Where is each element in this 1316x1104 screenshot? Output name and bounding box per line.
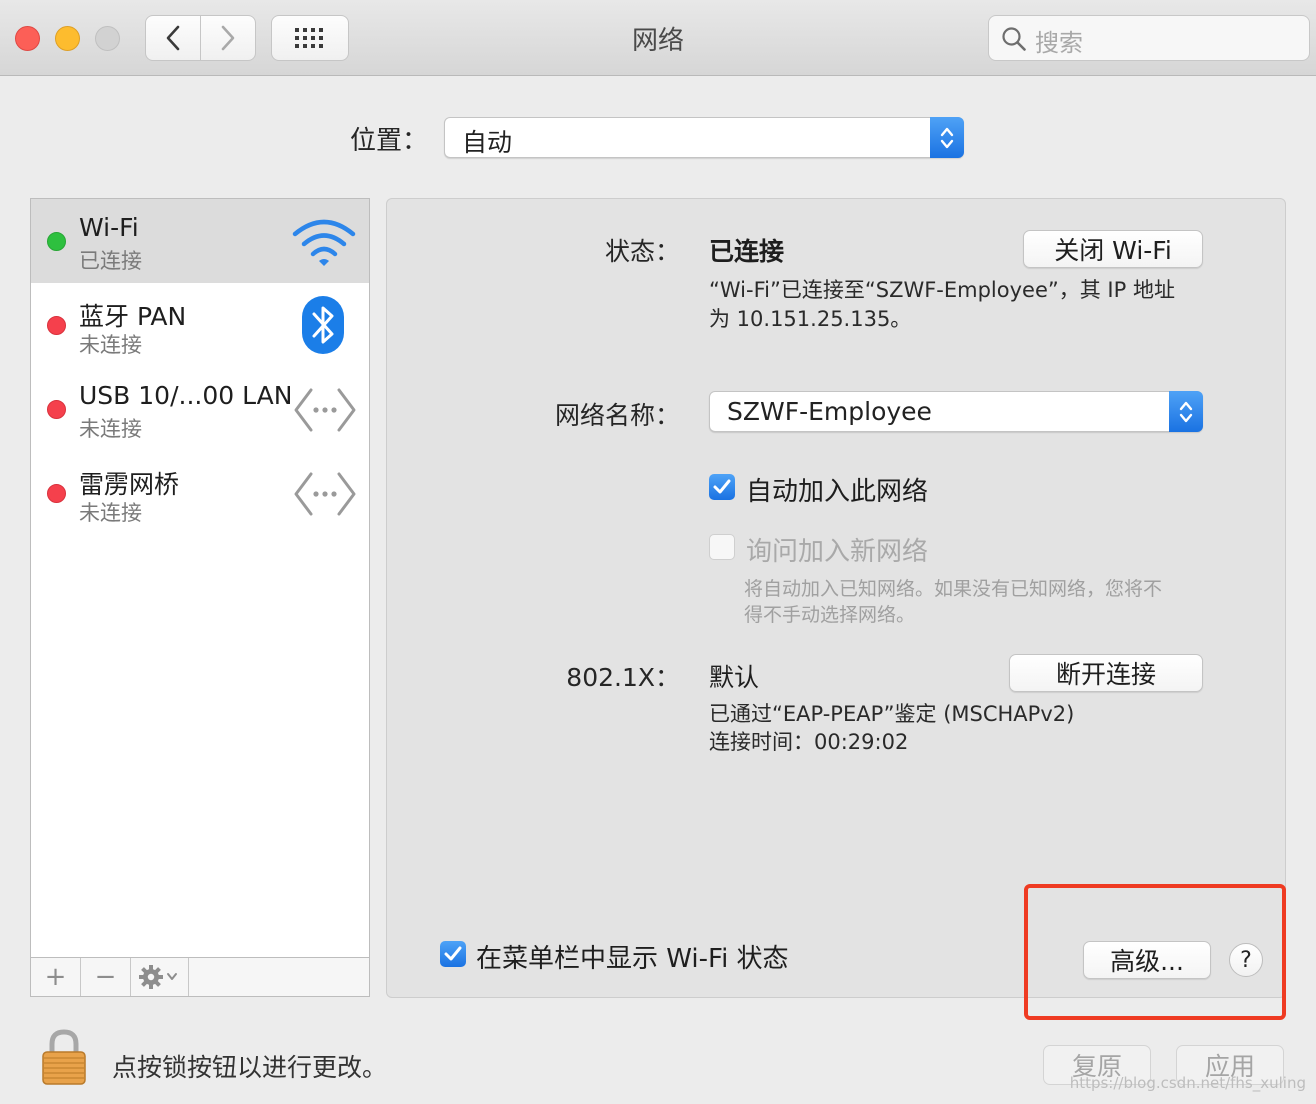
- ethernet-icon: [293, 471, 357, 521]
- dot1x-value: 默认: [709, 663, 760, 692]
- service-status: 未连接: [79, 501, 142, 525]
- service-item-bluetooth-pan[interactable]: 蓝牙 PAN 未连接: [31, 283, 369, 367]
- updown-arrows-icon: [930, 117, 964, 158]
- search-icon: [1002, 27, 1026, 51]
- checkmark-icon: [713, 479, 731, 494]
- ethernet-icon: [293, 387, 357, 437]
- ask-join-hint-line2: 得不手动选择网络。: [744, 604, 916, 626]
- auto-join-label[interactable]: 自动加入此网络: [746, 471, 928, 508]
- bluetooth-icon: [301, 295, 345, 359]
- updown-arrows-icon: [1169, 391, 1203, 432]
- service-list: Wi-Fi 已连接 蓝牙 PAN 未连接 USB 10/...00 LAN 未连…: [30, 198, 370, 958]
- lock-message: 点按锁按钮以进行更改。: [112, 1053, 388, 1082]
- service-status: 已连接: [79, 249, 142, 273]
- service-item-thunderbolt-bridge[interactable]: 雷雳网桥 未连接: [31, 451, 369, 535]
- checkmark-icon: [444, 946, 462, 961]
- status-description-line2: 为 10.151.25.135。: [709, 307, 912, 331]
- service-name: USB 10/...00 LAN: [79, 381, 293, 410]
- show-in-menu-bar-checkbox[interactable]: [440, 941, 466, 967]
- search-field[interactable]: 搜索: [988, 15, 1310, 61]
- dot1x-description-line2: 连接时间：00:29:02: [709, 730, 909, 754]
- gear-icon: [138, 965, 177, 989]
- status-description-line1: “Wi-Fi”已连接至“SZWF-Employee”，其 IP 地址: [709, 278, 1175, 302]
- network-name-value: SZWF-Employee: [727, 397, 932, 426]
- status-value: 已连接: [709, 237, 785, 266]
- ask-join-label[interactable]: 询问加入新网络: [746, 531, 928, 568]
- remove-service-button[interactable]: −: [81, 958, 131, 996]
- network-name-popup[interactable]: SZWF-Employee: [709, 391, 1203, 432]
- turn-off-wifi-button[interactable]: 关闭 Wi-Fi: [1023, 230, 1203, 268]
- show-in-menu-bar-label[interactable]: 在菜单栏中显示 Wi-Fi 状态: [476, 938, 789, 975]
- disconnect-button[interactable]: 断开连接: [1009, 654, 1203, 692]
- service-item-usb-lan[interactable]: USB 10/...00 LAN 未连接: [31, 367, 369, 451]
- status-dot: [47, 232, 66, 251]
- auto-join-checkbox[interactable]: [709, 474, 735, 500]
- service-list-toolbar: + −: [30, 957, 370, 997]
- highlight-box: [1024, 884, 1286, 1020]
- dot1x-label: 802.1X：: [566, 663, 680, 692]
- service-name: 蓝牙 PAN: [79, 302, 187, 331]
- status-dot: [47, 316, 66, 335]
- service-status: 未连接: [79, 417, 142, 441]
- status-dot: [47, 484, 66, 503]
- network-name-label: 网络名称：: [554, 401, 680, 430]
- add-service-button[interactable]: +: [31, 958, 81, 996]
- service-status: 未连接: [79, 333, 142, 357]
- wifi-icon: [291, 217, 357, 271]
- lock-icon[interactable]: [40, 1028, 88, 1090]
- service-name: Wi-Fi: [79, 213, 139, 242]
- location-value: 自动: [462, 128, 513, 157]
- service-item-wifi[interactable]: Wi-Fi 已连接: [31, 199, 369, 283]
- title-bar: 网络 搜索: [0, 0, 1316, 76]
- location-popup[interactable]: 自动: [444, 117, 964, 158]
- ask-join-hint-line1: 将自动加入已知网络。如果没有已知网络，您将不: [744, 578, 1163, 600]
- status-dot: [47, 400, 66, 419]
- location-label: 位置：: [350, 126, 429, 156]
- status-label: 状态：: [604, 237, 680, 266]
- action-menu-button[interactable]: [131, 958, 189, 996]
- dot1x-description-line1: 已通过“EAP-PEAP”鉴定 (MSCHAPv2): [709, 702, 1075, 726]
- watermark-text: https://blog.csdn.net/fhs_xuling: [1069, 1074, 1306, 1092]
- service-name: 雷雳网桥: [79, 470, 180, 499]
- search-placeholder: 搜索: [1035, 29, 1083, 57]
- ask-join-checkbox[interactable]: [709, 534, 735, 560]
